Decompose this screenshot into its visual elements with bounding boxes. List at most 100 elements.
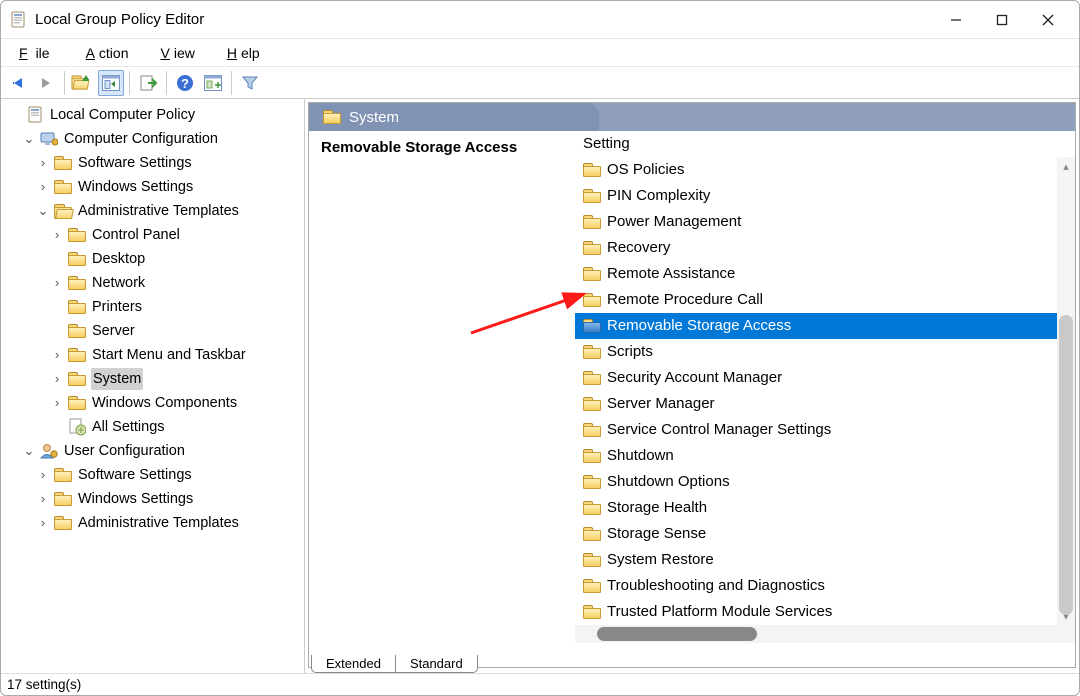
scroll-up-icon[interactable]: ▴ (1057, 157, 1075, 175)
folder-icon (583, 161, 601, 179)
chevron-right-icon[interactable]: › (37, 464, 49, 486)
list-item[interactable]: Shutdown Options (575, 469, 1075, 495)
list-item[interactable]: Removable Storage Access (575, 313, 1075, 339)
chevron-right-icon[interactable]: › (37, 488, 49, 510)
chevron-right-icon[interactable]: › (37, 512, 49, 534)
list-item[interactable]: Shutdown (575, 443, 1075, 469)
menu-view[interactable]: View (153, 43, 199, 63)
list-item[interactable]: Storage Health (575, 495, 1075, 521)
close-button[interactable] (1025, 2, 1071, 38)
folder-icon (54, 178, 72, 196)
scroll-thumb-h[interactable] (597, 627, 757, 641)
tree-start-menu[interactable]: ›Start Menu and Taskbar (49, 343, 304, 367)
right-pane-header: System (309, 103, 1075, 131)
list-item[interactable]: Storage Sense (575, 521, 1075, 547)
minimize-button[interactable] (933, 2, 979, 38)
tree-windows-components[interactable]: ›Windows Components (49, 391, 304, 415)
horizontal-scrollbar[interactable] (575, 625, 1075, 643)
scroll-track[interactable] (1057, 175, 1075, 607)
folder-icon (323, 108, 341, 126)
chevron-down-icon[interactable]: ⌄ (37, 200, 49, 222)
list-item[interactable]: Service Control Manager Settings (575, 417, 1075, 443)
chevron-right-icon[interactable]: › (51, 368, 63, 390)
properties-button[interactable] (200, 70, 226, 96)
tree-root[interactable]: ⌄ Local Computer Policy (7, 103, 304, 127)
menu-help[interactable]: Help (219, 43, 264, 63)
show-hide-tree-button[interactable] (98, 70, 124, 96)
folder-icon (583, 499, 601, 517)
list-item[interactable]: OS Policies (575, 157, 1075, 183)
setting-items[interactable]: OS PoliciesPIN ComplexityPower Managemen… (575, 157, 1075, 625)
all-settings-icon (68, 418, 86, 436)
tree-label: Control Panel (91, 224, 181, 246)
column-header-setting[interactable]: Setting (575, 131, 1053, 157)
chevron-down-icon[interactable]: ⌄ (23, 128, 35, 150)
folder-icon (68, 226, 86, 244)
export-button[interactable] (135, 70, 161, 96)
folder-icon (68, 370, 86, 388)
right-pane-wrap: System Removable Storage Access Setting … (305, 99, 1079, 673)
right-pane-description: Removable Storage Access (309, 131, 575, 643)
list-item[interactable]: Scripts (575, 339, 1075, 365)
scroll-thumb[interactable] (1059, 315, 1073, 615)
menu-action[interactable]: Action (78, 43, 133, 63)
tree-admin-templates[interactable]: ⌄Administrative Templates (35, 199, 304, 223)
toolbar-separator (231, 71, 232, 95)
toolbar-separator (129, 71, 130, 95)
list-item[interactable]: Remote Assistance (575, 261, 1075, 287)
tree-network[interactable]: ›Network (49, 271, 304, 295)
maximize-button[interactable] (979, 2, 1025, 38)
list-item[interactable]: Troubleshooting and Diagnostics (575, 573, 1075, 599)
chevron-down-icon[interactable]: ⌄ (23, 440, 35, 462)
tree-desktop[interactable]: ›Desktop (49, 247, 304, 271)
list-item-label: Storage Health (607, 497, 707, 519)
content-area: ⌄ Local Computer Policy ⌄ Computer Confi… (1, 99, 1079, 673)
chevron-right-icon[interactable]: › (51, 344, 63, 366)
folder-open-icon (54, 202, 72, 220)
list-item[interactable]: System Restore (575, 547, 1075, 573)
list-item[interactable]: Trusted Platform Module Services (575, 599, 1075, 625)
tree-system[interactable]: ›System (49, 367, 304, 391)
tree-windows-settings-user[interactable]: ›Windows Settings (35, 487, 304, 511)
tree-all-settings[interactable]: ›All Settings (49, 415, 304, 439)
list-item-label: Remote Assistance (607, 263, 735, 285)
back-button[interactable] (5, 70, 31, 96)
toolbar-separator (64, 71, 65, 95)
menu-file[interactable]: File (11, 43, 58, 63)
status-text: 17 setting(s) (7, 677, 81, 692)
list-item[interactable]: Recovery (575, 235, 1075, 261)
tree-control-panel[interactable]: › Control Panel (49, 223, 304, 247)
tree-software-settings-user[interactable]: ›Software Settings (35, 463, 304, 487)
list-item[interactable]: Security Account Manager (575, 365, 1075, 391)
chevron-right-icon[interactable]: › (51, 392, 63, 414)
tree-user-config[interactable]: ⌄ User Configuration (21, 439, 304, 463)
vertical-scrollbar[interactable]: ▴ ▾ (1057, 157, 1075, 625)
chevron-right-icon[interactable]: › (51, 272, 63, 294)
tree-printers[interactable]: ›Printers (49, 295, 304, 319)
tree-label: Desktop (91, 248, 146, 270)
chevron-right-icon[interactable]: › (37, 176, 49, 198)
list-item[interactable]: Power Management (575, 209, 1075, 235)
tree-server[interactable]: ›Server (49, 319, 304, 343)
help-button[interactable]: ? (172, 70, 198, 96)
chevron-right-icon[interactable]: › (51, 224, 63, 246)
forward-button[interactable] (33, 70, 59, 96)
tree-pane[interactable]: ⌄ Local Computer Policy ⌄ Computer Confi… (1, 99, 305, 673)
tree-admin-templates-user[interactable]: › Administrative Templates (35, 511, 304, 535)
tree-computer-config[interactable]: ⌄ Computer Configuration (21, 127, 304, 151)
folder-icon (583, 603, 601, 621)
tree-label: Computer Configuration (63, 128, 219, 150)
tree-software-settings[interactable]: ›Software Settings (35, 151, 304, 175)
tree-windows-settings[interactable]: ›Windows Settings (35, 175, 304, 199)
filter-button[interactable] (237, 70, 263, 96)
list-item[interactable]: Server Manager (575, 391, 1075, 417)
chevron-right-icon[interactable]: › (37, 152, 49, 174)
list-item[interactable]: PIN Complexity (575, 183, 1075, 209)
tab-standard[interactable]: Standard (395, 655, 478, 673)
list-item[interactable]: Remote Procedure Call (575, 287, 1075, 313)
tree-label: Administrative Templates (77, 512, 240, 534)
folder-icon (583, 187, 601, 205)
computer-icon (40, 130, 58, 148)
tab-extended[interactable]: Extended (311, 655, 396, 673)
up-button[interactable] (70, 70, 96, 96)
